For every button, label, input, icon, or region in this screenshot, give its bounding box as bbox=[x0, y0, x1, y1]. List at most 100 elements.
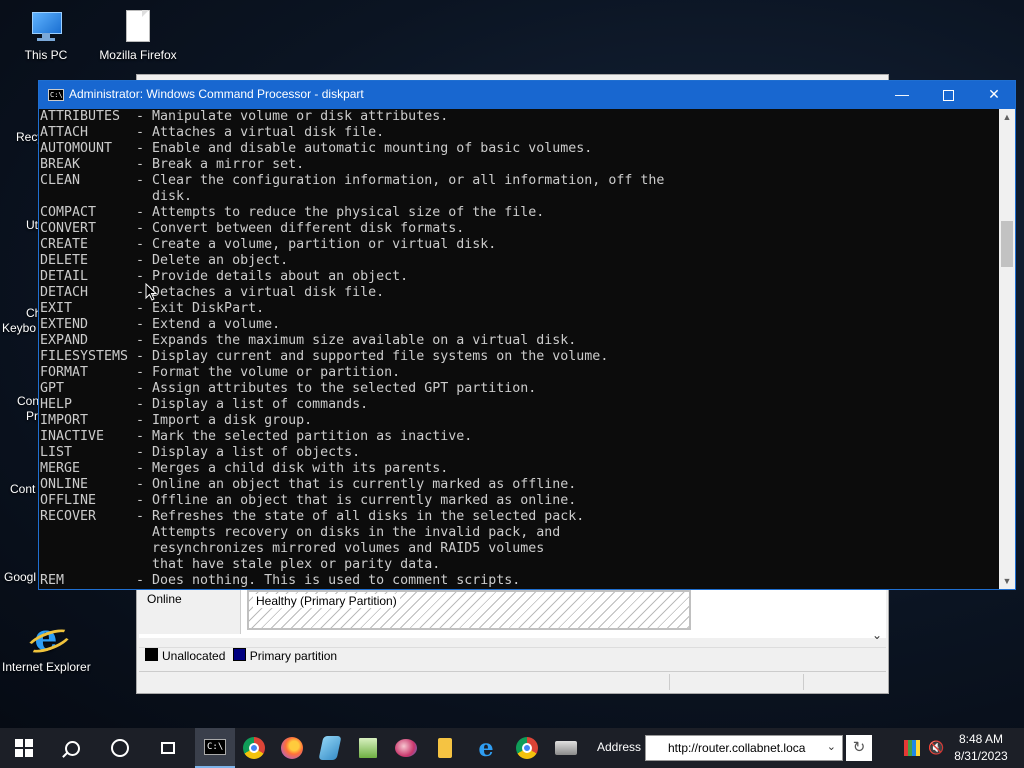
scroll-down-icon[interactable]: ⌄ bbox=[872, 628, 882, 642]
clock-date: 8/31/2023 bbox=[954, 749, 1008, 763]
scroll-up-icon[interactable]: ▲ bbox=[999, 109, 1015, 125]
command-description: - Attaches a virtual disk file. bbox=[136, 125, 385, 140]
command-prompt-window[interactable]: C:\ Administrator: Windows Command Proce… bbox=[38, 80, 1016, 590]
status-bar bbox=[139, 671, 886, 692]
command-name: LIST bbox=[40, 445, 73, 460]
internet-explorer-desktop-icon[interactable]: e Internet Explorer bbox=[2, 620, 91, 674]
scroll-down-icon[interactable]: ▼ bbox=[999, 573, 1015, 589]
file-icon bbox=[120, 8, 156, 44]
console-line: COMPACT - Attempts to reduce the physical… bbox=[39, 205, 999, 221]
console-line: FORMAT - Format the volume or partition. bbox=[39, 365, 999, 381]
command-description: - Detaches a virtual disk file. bbox=[136, 285, 385, 300]
console-line: IMPORT - Import a disk group. bbox=[39, 413, 999, 429]
command-name: DETACH bbox=[40, 285, 89, 300]
console-line: DETACH - Detaches a virtual disk file. bbox=[39, 285, 999, 301]
command-description: - Mark the selected partition as inactiv… bbox=[136, 429, 473, 444]
taskbar-internet-explorer[interactable]: e bbox=[466, 728, 506, 768]
command-description: - Convert between different disk formats… bbox=[136, 221, 465, 236]
command-name: ATTACH bbox=[40, 125, 89, 140]
command-name: DETAIL bbox=[40, 269, 89, 284]
clock[interactable]: 8:48 AM 8/31/2023 bbox=[946, 731, 1016, 765]
console-line: CONVERT - Convert between different disk … bbox=[39, 221, 999, 237]
close-button[interactable]: ✕ bbox=[971, 81, 1017, 109]
console-icon[interactable]: C:\ bbox=[48, 89, 64, 101]
start-button[interactable] bbox=[4, 728, 44, 768]
legend-label: Primary partition bbox=[249, 649, 338, 663]
internet-explorer-icon: e bbox=[24, 620, 74, 658]
console-line: ONLINE - Online an object that is current… bbox=[39, 477, 999, 493]
console-line: CLEAN - Clear the configuration informati… bbox=[39, 173, 999, 189]
this-pc-desktop-icon[interactable]: This PC bbox=[2, 8, 90, 62]
console-line: DETAIL - Provide details about an object. bbox=[39, 269, 999, 285]
taskbar-firefox[interactable] bbox=[272, 728, 312, 768]
taskbar-chrome[interactable] bbox=[234, 728, 274, 768]
command-description: - Import a disk group. bbox=[136, 413, 313, 428]
mouse-pointer-icon bbox=[145, 283, 157, 301]
desktop-icon-label-partial[interactable]: Con bbox=[17, 394, 39, 408]
console-line: CREATE - Create a volume, partition or vi… bbox=[39, 237, 999, 253]
address-field[interactable]: http://router.collabnet.loca ⌄ bbox=[645, 735, 843, 761]
console-line: that have stale plex or parity data. bbox=[39, 557, 999, 573]
partition-block[interactable]: Healthy (Primary Partition) bbox=[247, 590, 691, 630]
title-bar[interactable]: C:\ Administrator: Windows Command Proce… bbox=[39, 81, 1015, 109]
chrome-icon bbox=[516, 737, 538, 759]
desktop-icon-label-partial[interactable]: Cont bbox=[10, 482, 35, 496]
command-name: OFFLINE bbox=[40, 493, 97, 508]
address-label: Address bbox=[597, 740, 642, 754]
taskbar-disk-management[interactable] bbox=[546, 728, 586, 768]
task-view-button[interactable] bbox=[148, 728, 188, 768]
desktop-icon-label-partial[interactable]: Ut bbox=[26, 218, 38, 232]
desktop-icon-label: This PC bbox=[24, 48, 68, 62]
taskbar-command-prompt[interactable]: C:\ bbox=[195, 728, 235, 768]
minimize-button[interactable]: — bbox=[879, 81, 925, 109]
console-line: OFFLINE - Offline an object that is curre… bbox=[39, 493, 999, 509]
taskbar-app-1[interactable] bbox=[310, 728, 350, 768]
display-color-icon[interactable] bbox=[904, 740, 920, 756]
desktop-icon-label-partial[interactable]: Googl bbox=[4, 570, 36, 584]
refresh-button[interactable]: ↻ bbox=[846, 735, 872, 761]
command-description: - Display a list of objects. bbox=[136, 445, 361, 460]
application-icon bbox=[318, 736, 342, 760]
folder-icon bbox=[438, 738, 452, 758]
command-description: - Provide details about an object. bbox=[136, 269, 409, 284]
command-description: - Assign attributes to the selected GPT … bbox=[136, 381, 537, 396]
command-name: FILESYSTEMS bbox=[40, 349, 129, 364]
console-line: disk. bbox=[39, 189, 999, 205]
search-button[interactable] bbox=[52, 728, 92, 768]
command-description: - Display current and supported file sys… bbox=[136, 349, 609, 364]
console-line: EXPAND - Expands the maximum size availab… bbox=[39, 333, 999, 349]
desktop-icon-label: Mozilla Firefox bbox=[99, 48, 177, 62]
clock-time: 8:48 AM bbox=[958, 732, 1004, 746]
command-description: Attempts recovery on disks in the invali… bbox=[136, 525, 561, 540]
command-name: HELP bbox=[40, 397, 73, 412]
cortana-button[interactable] bbox=[100, 728, 140, 768]
taskbar-chrome-2[interactable] bbox=[507, 728, 547, 768]
command-description: disk. bbox=[136, 189, 193, 204]
taskbar-app-2[interactable] bbox=[348, 728, 388, 768]
console-line: REM - Does nothing. This is used to comme… bbox=[39, 573, 999, 589]
volume-muted-icon[interactable]: 🔇 bbox=[928, 740, 944, 756]
desktop-icon-label-partial[interactable]: Pr bbox=[26, 409, 38, 423]
command-description: that have stale plex or parity data. bbox=[136, 557, 441, 572]
command-name: ATTRIBUTES bbox=[40, 109, 121, 124]
console-output[interactable]: ATTRIBUTES - Manipulate volume or disk at… bbox=[39, 109, 999, 589]
command-description: - Format the volume or partition. bbox=[136, 365, 401, 380]
command-description: - Display a list of commands. bbox=[136, 397, 369, 412]
console-line: resynchronizes mirrored volumes and RAID… bbox=[39, 541, 999, 557]
console-line: Attempts recovery on disks in the invali… bbox=[39, 525, 999, 541]
firefox-icon bbox=[281, 737, 303, 759]
command-name: ONLINE bbox=[40, 477, 89, 492]
scrollbar-thumb[interactable] bbox=[1001, 221, 1013, 267]
firefox-desktop-icon[interactable]: Mozilla Firefox bbox=[94, 8, 182, 62]
cortana-icon bbox=[111, 739, 129, 757]
command-name: RECOVER bbox=[40, 509, 97, 524]
command-name: CONVERT bbox=[40, 221, 97, 236]
command-description: - Extend a volume. bbox=[136, 317, 281, 332]
chevron-down-icon[interactable]: ⌄ bbox=[827, 740, 836, 753]
maximize-button[interactable] bbox=[925, 81, 971, 109]
desktop-icon-label-partial[interactable]: Keybo bbox=[2, 321, 36, 335]
vertical-scrollbar[interactable]: ▲ ▼ bbox=[999, 109, 1015, 589]
command-name: MERGE bbox=[40, 461, 81, 476]
taskbar-app-3[interactable] bbox=[386, 728, 426, 768]
taskbar-file-explorer[interactable] bbox=[425, 728, 465, 768]
